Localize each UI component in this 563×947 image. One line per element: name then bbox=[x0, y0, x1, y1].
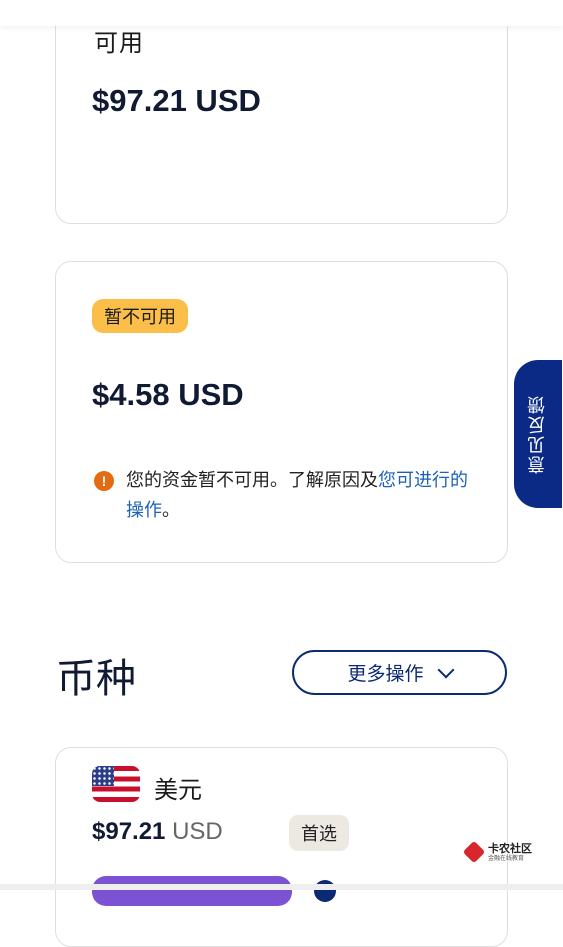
currency-amount-row: $97.21 USD bbox=[92, 818, 223, 846]
currency-card-usd[interactable]: 美元 $97.21 USD 首选 bbox=[55, 747, 508, 947]
currency-code: USD bbox=[172, 818, 223, 845]
unavailable-balance-card: 暂不可用 $4.58 USD ! 您的资金暂不可用。了解原因及您可进行的操作。 bbox=[55, 261, 508, 563]
purple-chip bbox=[92, 876, 292, 906]
unavailable-badge: 暂不可用 bbox=[92, 299, 188, 333]
watermark-title: 卡农社区 bbox=[488, 841, 532, 855]
feedback-label: 意见反馈 bbox=[527, 394, 548, 474]
watermark-logo: 卡农社区 金融在线教育 bbox=[462, 840, 532, 864]
us-flag-icon bbox=[92, 766, 140, 802]
unavailable-amount: $4.58 USD bbox=[92, 377, 244, 412]
notice-end: 。 bbox=[162, 500, 180, 521]
currency-amount: $97.21 bbox=[92, 818, 166, 845]
available-amount: $97.21 USD bbox=[92, 83, 261, 118]
more-actions-button[interactable]: 更多操作 bbox=[292, 650, 507, 695]
more-actions-label: 更多操作 bbox=[347, 663, 424, 685]
notice-message: 您的资金暂不可用。了解原因及 bbox=[126, 470, 378, 491]
currency-section-title: 币种 bbox=[56, 656, 136, 702]
chevron-down-icon bbox=[437, 661, 454, 678]
currency-name: 美元 bbox=[154, 776, 202, 804]
available-balance-card: 可用 $97.21 USD bbox=[55, 0, 508, 224]
watermark-icon bbox=[462, 840, 486, 864]
top-bar bbox=[0, 0, 563, 26]
feedback-tab[interactable]: 意见反馈 bbox=[514, 360, 562, 508]
warning-icon: ! bbox=[94, 471, 114, 491]
watermark-subtitle: 金融在线教育 bbox=[488, 854, 525, 862]
notice-text: 您的资金暂不可用。了解原因及您可进行的操作。 bbox=[126, 466, 474, 526]
preferred-badge: 首选 bbox=[289, 815, 349, 851]
unavailable-notice: ! 您的资金暂不可用。了解原因及您可进行的操作。 bbox=[94, 466, 474, 526]
bottom-divider bbox=[0, 884, 563, 890]
available-label: 可用 bbox=[94, 29, 144, 57]
